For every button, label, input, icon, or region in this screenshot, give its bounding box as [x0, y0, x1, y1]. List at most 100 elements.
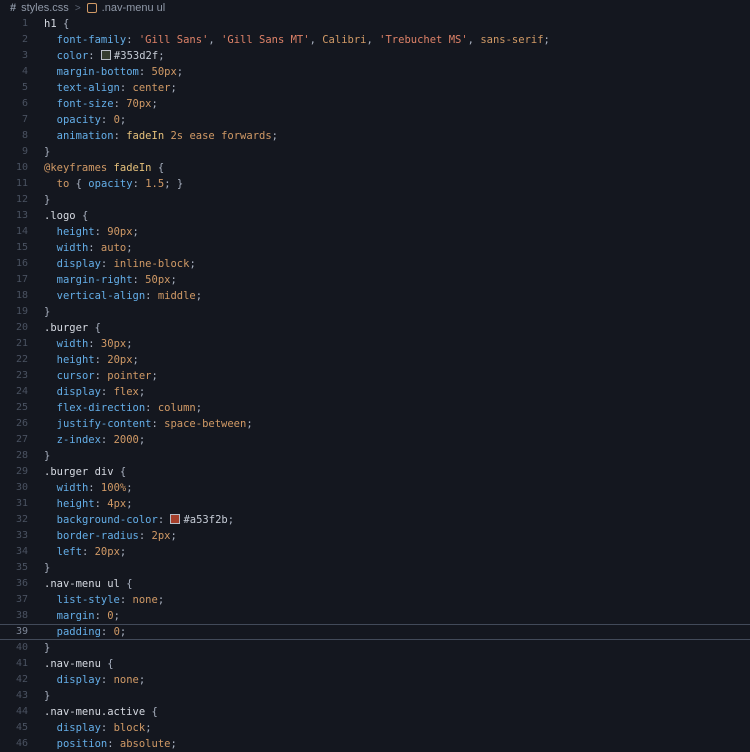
code-token: margin: [57, 610, 95, 622]
code-line[interactable]: 33 border-radius: 2px;: [0, 528, 750, 544]
code-line-content: display: flex;: [28, 384, 145, 400]
code-line[interactable]: 5 text-align: center;: [0, 80, 750, 96]
code-line-content: width: 100%;: [28, 480, 133, 496]
code-line[interactable]: 35}: [0, 560, 750, 576]
code-line-content: height: 20px;: [28, 352, 139, 368]
code-token: opacity: [88, 178, 132, 190]
code-line-content: }: [28, 640, 50, 656]
code-line-content: left: 20px;: [28, 544, 126, 560]
code-line[interactable]: 41.nav-menu {: [0, 656, 750, 672]
code-line[interactable]: 34 left: 20px;: [0, 544, 750, 560]
breadcrumb-file[interactable]: styles.css: [21, 2, 69, 14]
line-number: 27: [0, 432, 28, 448]
code-line[interactable]: 12}: [0, 192, 750, 208]
code-line[interactable]: 32 background-color: #a53f2b;: [0, 512, 750, 528]
code-line[interactable]: 25 flex-direction: column;: [0, 400, 750, 416]
editor[interactable]: 1h1 {2 font-family: 'Gill Sans', 'Gill S…: [0, 16, 750, 752]
code-line[interactable]: 8 animation: fadeIn 2s ease forwards;: [0, 128, 750, 144]
code-line[interactable]: 43}: [0, 688, 750, 704]
code-token: font-size: [57, 98, 114, 110]
code-token: ;: [158, 50, 164, 62]
code-line[interactable]: 2 font-family: 'Gill Sans', 'Gill Sans M…: [0, 32, 750, 48]
code-line[interactable]: 9}: [0, 144, 750, 160]
code-token: center: [133, 82, 171, 94]
code-line[interactable]: 20.burger {: [0, 320, 750, 336]
line-number: 45: [0, 720, 28, 736]
code-line[interactable]: 45 display: block;: [0, 720, 750, 736]
code-line[interactable]: 23 cursor: pointer;: [0, 368, 750, 384]
code-token: :: [88, 50, 101, 62]
code-line[interactable]: 17 margin-right: 50px;: [0, 272, 750, 288]
code-token: position: [57, 738, 108, 750]
code-line[interactable]: 29.burger div {: [0, 464, 750, 480]
code-token: [44, 386, 57, 398]
code-line[interactable]: 39 padding: 0;: [0, 624, 750, 640]
code-line[interactable]: 3 color: #353d2f;: [0, 48, 750, 64]
code-line[interactable]: 27 z-index: 2000;: [0, 432, 750, 448]
code-token: ;: [544, 34, 550, 46]
color-swatch[interactable]: [170, 514, 180, 524]
code-line[interactable]: 40}: [0, 640, 750, 656]
code-token: {: [82, 210, 88, 222]
code-line[interactable]: 37 list-style: none;: [0, 592, 750, 608]
code-line[interactable]: 11 to { opacity: 1.5; }: [0, 176, 750, 192]
code-token: :: [101, 626, 114, 638]
code-line[interactable]: 28}: [0, 448, 750, 464]
code-line[interactable]: 13.logo {: [0, 208, 750, 224]
color-swatch[interactable]: [101, 50, 111, 60]
code-line[interactable]: 36.nav-menu ul {: [0, 576, 750, 592]
code-line[interactable]: 16 display: inline-block;: [0, 256, 750, 272]
code-token: 2px: [152, 530, 171, 542]
code-line[interactable]: 14 height: 90px;: [0, 224, 750, 240]
code-token: forwards: [221, 130, 272, 142]
code-token: color: [57, 50, 89, 62]
code-line[interactable]: 10@keyframes fadeIn {: [0, 160, 750, 176]
code-line-content: }: [28, 688, 50, 704]
code-line-content: border-radius: 2px;: [28, 528, 177, 544]
code-token: display: [57, 674, 101, 686]
code-line[interactable]: 24 display: flex;: [0, 384, 750, 400]
code-line[interactable]: 31 height: 4px;: [0, 496, 750, 512]
code-line[interactable]: 21 width: 30px;: [0, 336, 750, 352]
code-token: border-radius: [57, 530, 139, 542]
line-number: 37: [0, 592, 28, 608]
code-token: left: [57, 546, 82, 558]
code-token: 50px: [152, 66, 177, 78]
code-token: background-color: [57, 514, 158, 526]
code-line-content: opacity: 0;: [28, 112, 126, 128]
code-token: {: [151, 706, 157, 718]
code-line[interactable]: 19}: [0, 304, 750, 320]
code-line[interactable]: 15 width: auto;: [0, 240, 750, 256]
code-line[interactable]: 4 margin-bottom: 50px;: [0, 64, 750, 80]
code-token: ;: [170, 274, 176, 286]
code-line[interactable]: 42 display: none;: [0, 672, 750, 688]
code-token: text-align: [57, 82, 120, 94]
code-token: [44, 242, 57, 254]
code-line-content: width: auto;: [28, 240, 133, 256]
code-token: ;: [170, 738, 176, 750]
code-line[interactable]: 6 font-size: 70px;: [0, 96, 750, 112]
code-token: ;: [120, 546, 126, 558]
line-number: 12: [0, 192, 28, 208]
code-line[interactable]: 22 height: 20px;: [0, 352, 750, 368]
code-token: ;: [145, 722, 151, 734]
code-line[interactable]: 18 vertical-align: middle;: [0, 288, 750, 304]
code-token: }: [44, 306, 50, 318]
breadcrumb-symbol[interactable]: .nav-menu ul: [102, 2, 166, 14]
code-line[interactable]: 38 margin: 0;: [0, 608, 750, 624]
code-token: .burger: [44, 466, 88, 478]
code-token: 4px: [107, 498, 126, 510]
code-token: [44, 738, 57, 750]
line-number: 10: [0, 160, 28, 176]
code-token: 2000: [114, 434, 139, 446]
code-line[interactable]: 1h1 {: [0, 16, 750, 32]
line-number: 13: [0, 208, 28, 224]
code-line[interactable]: 26 justify-content: space-between;: [0, 416, 750, 432]
code-token: [44, 434, 57, 446]
code-token: [44, 546, 57, 558]
code-line[interactable]: 46 position: absolute;: [0, 736, 750, 752]
code-line[interactable]: 30 width: 100%;: [0, 480, 750, 496]
code-token: .burger: [44, 322, 88, 334]
code-line[interactable]: 44.nav-menu.active {: [0, 704, 750, 720]
code-line[interactable]: 7 opacity: 0;: [0, 112, 750, 128]
